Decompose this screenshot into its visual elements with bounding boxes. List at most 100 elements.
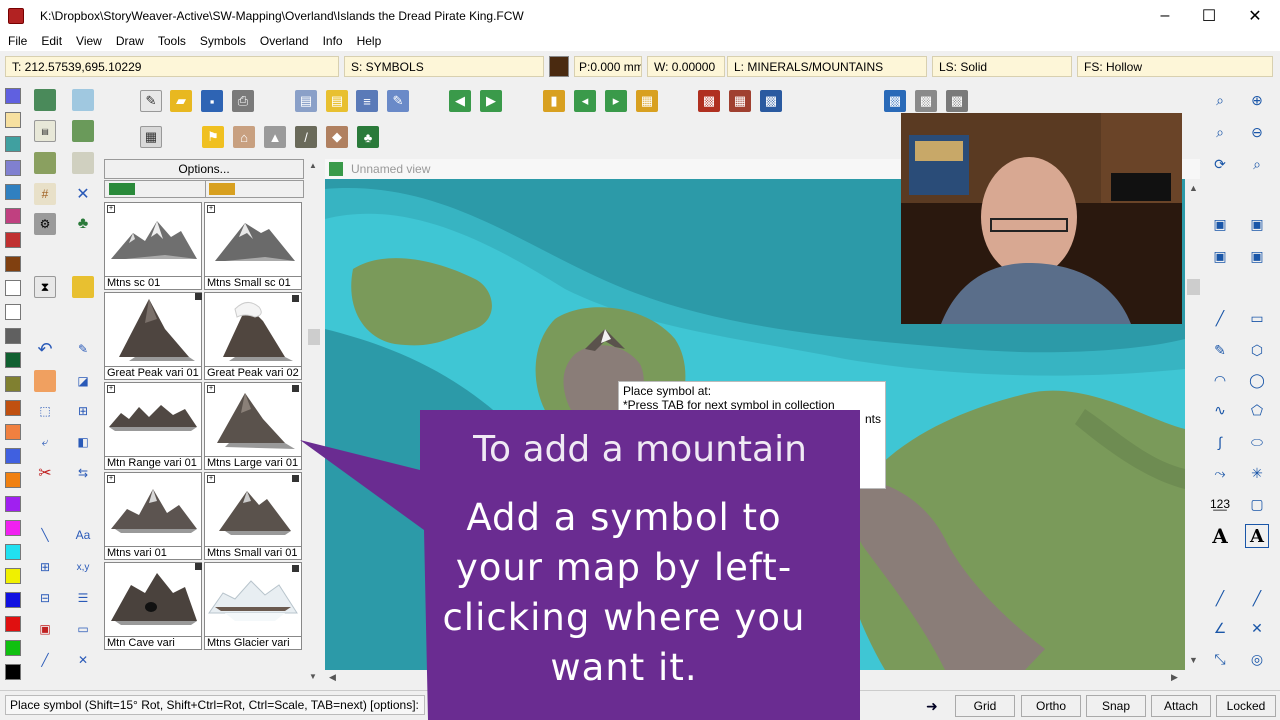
menu-view[interactable]: View [69, 34, 109, 48]
tools-icon[interactable]: ✕ [72, 183, 94, 205]
menu-file[interactable]: File [0, 34, 34, 48]
snap-toggle[interactable]: Snap [1086, 695, 1146, 717]
color-swatch-lavender[interactable] [5, 160, 21, 176]
command-prompt[interactable]: Place symbol (Shift=15° Rot, Shift+Ctrl=… [5, 695, 425, 715]
enter-arrow-icon[interactable]: ➜ [926, 699, 948, 713]
cc-blue-icon[interactable]: ▩ [760, 90, 782, 112]
symbol-item[interactable]: Great Peak vari 02 [204, 292, 302, 380]
zoom-out-icon[interactable]: ⊖ [1245, 120, 1269, 144]
select-box-icon[interactable]: ⬚ [34, 400, 56, 422]
intersect-icon[interactable]: ✕ [1245, 616, 1269, 640]
measure-icon[interactable] [34, 152, 56, 174]
pen-width-field[interactable]: P:0.000 mm [574, 56, 642, 77]
width-field[interactable]: W: 0.00000 [647, 56, 725, 77]
cross-icon[interactable]: ✕ [72, 649, 94, 671]
dimension-icon[interactable]: ╱ [1208, 586, 1232, 610]
color-swatch-cyan[interactable] [5, 544, 21, 560]
text-icon[interactable]: A [1208, 524, 1232, 548]
color-swatch-pure-blue[interactable] [5, 592, 21, 608]
undo-arrow-icon[interactable]: ◀ [449, 90, 471, 112]
redraw-icon[interactable]: ⟳ [1208, 152, 1232, 176]
symbol-item[interactable]: + Mtns sc 01 [104, 202, 202, 290]
zoom-window-icon[interactable]: ⌕ [1208, 88, 1232, 112]
color-swatch-white[interactable] [5, 280, 21, 296]
polygon-icon[interactable]: ⬡ [1245, 338, 1269, 362]
dd-tool-icon[interactable]: ▩ [884, 90, 906, 112]
zoom-extents-icon[interactable]: ⌕ [1208, 120, 1232, 144]
text-tool-icon[interactable]: ▤ [34, 120, 56, 142]
menu-tools[interactable]: Tools [151, 34, 193, 48]
color-swatch-amber[interactable] [5, 472, 21, 488]
circle-icon[interactable]: ◯ [1245, 368, 1269, 392]
tree-tool-icon[interactable]: ♣ [72, 213, 94, 235]
xy-icon[interactable]: x,y [72, 556, 94, 578]
arc-icon[interactable]: ◠ [1208, 368, 1232, 392]
grid-tool-icon[interactable]: ▦ [729, 90, 751, 112]
cut-tool-icon[interactable]: ✂ [34, 462, 56, 484]
menu-overland[interactable]: Overland [253, 34, 316, 48]
node-delete-icon[interactable]: ⊟ [34, 587, 56, 609]
line-style-button[interactable]: LS: Solid [932, 56, 1072, 77]
scroll-right-icon[interactable]: ▶ [1171, 672, 1178, 683]
catalog-open-icon[interactable] [209, 183, 235, 195]
cc-tool-icon[interactable]: ▩ [698, 90, 720, 112]
path-icon[interactable]: ∿ [1208, 398, 1232, 422]
properties-icon[interactable]: ▤ [295, 90, 317, 112]
save-icon[interactable]: ▪ [201, 90, 223, 112]
coordinates-field[interactable]: T: 212.57539,695.10229 [5, 56, 339, 77]
maximize-button[interactable]: ☐ [1186, 0, 1232, 31]
color-swatch-teal[interactable] [5, 136, 21, 152]
move-layer-icon[interactable]: ▣ [1245, 244, 1269, 268]
symbol-item[interactable]: Mtn Cave vari [104, 562, 202, 650]
color-swatch-rust[interactable] [5, 400, 21, 416]
house-icon[interactable]: ⌂ [233, 126, 255, 148]
layer-button[interactable]: L: MINERALS/MOUNTAINS [727, 56, 927, 77]
print-icon[interactable]: ⎙ [232, 90, 254, 112]
close-button[interactable]: ✕ [1232, 0, 1278, 31]
ortho-toggle[interactable]: Ortho [1021, 695, 1081, 717]
symbol-item[interactable]: + Mtns Small vari 01 [204, 472, 302, 560]
color-swatch-red[interactable] [5, 232, 21, 248]
spline-icon[interactable]: ⤳ [1208, 461, 1232, 485]
color-swatch-steel[interactable] [5, 184, 21, 200]
layer-back-icon[interactable]: ▣ [1245, 212, 1269, 236]
grid-icon[interactable]: # [34, 183, 56, 205]
fractal-icon[interactable]: ✳ [1245, 461, 1269, 485]
color-swatch-gray[interactable] [5, 328, 21, 344]
connect-icon[interactable]: ⇆ [72, 462, 94, 484]
snap-tool-icon[interactable]: ⤡ [1208, 647, 1232, 671]
eraser-icon[interactable] [34, 370, 56, 392]
map-piece-icon[interactable] [34, 89, 56, 111]
calendar-icon[interactable]: ▣ [34, 618, 56, 640]
lock-icon[interactable]: ▢ [1245, 492, 1269, 516]
copy-icon[interactable]: ▸ [605, 90, 627, 112]
node-add-icon[interactable]: ⊞ [34, 556, 56, 578]
array-icon[interactable]: ⊞ [72, 400, 94, 422]
freehand-icon[interactable]: ✎ [1208, 338, 1232, 362]
scroll-down-icon[interactable]: ▼ [1189, 655, 1198, 665]
angle-icon[interactable]: ∠ [1208, 616, 1232, 640]
color-swatch-olive[interactable] [5, 376, 21, 392]
color-swatch-orange[interactable] [5, 424, 21, 440]
color-button[interactable] [549, 56, 569, 77]
color-swatch-magenta[interactable] [5, 208, 21, 224]
landscape-icon[interactable] [72, 120, 94, 142]
color-swatch-dark-green[interactable] [5, 352, 21, 368]
image-icon[interactable] [72, 89, 94, 111]
color-swatch-purple[interactable] [5, 496, 21, 512]
new-file-icon[interactable]: ✎ [140, 90, 162, 112]
color-swatch-yellow[interactable] [5, 568, 21, 584]
hourglass-icon[interactable]: ⧗ [34, 276, 56, 298]
zoom-in-icon[interactable]: ⊕ [1245, 88, 1269, 112]
terrain-icon[interactable]: ◆ [326, 126, 348, 148]
feather-icon[interactable]: / [295, 126, 317, 148]
minimize-button[interactable]: – [1142, 0, 1188, 31]
fill-style-button[interactable]: FS: Hollow [1077, 56, 1273, 77]
measure-tool-icon[interactable]: ╱ [1245, 586, 1269, 610]
mountain-tool-icon[interactable]: ▲ [264, 126, 286, 148]
redo-arrow-icon[interactable]: ▶ [480, 90, 502, 112]
color-swatch-green[interactable] [5, 640, 21, 656]
menu-edit[interactable]: Edit [34, 34, 69, 48]
text-box-icon[interactable]: A [1245, 524, 1269, 548]
paste-icon[interactable]: ▦ [636, 90, 658, 112]
